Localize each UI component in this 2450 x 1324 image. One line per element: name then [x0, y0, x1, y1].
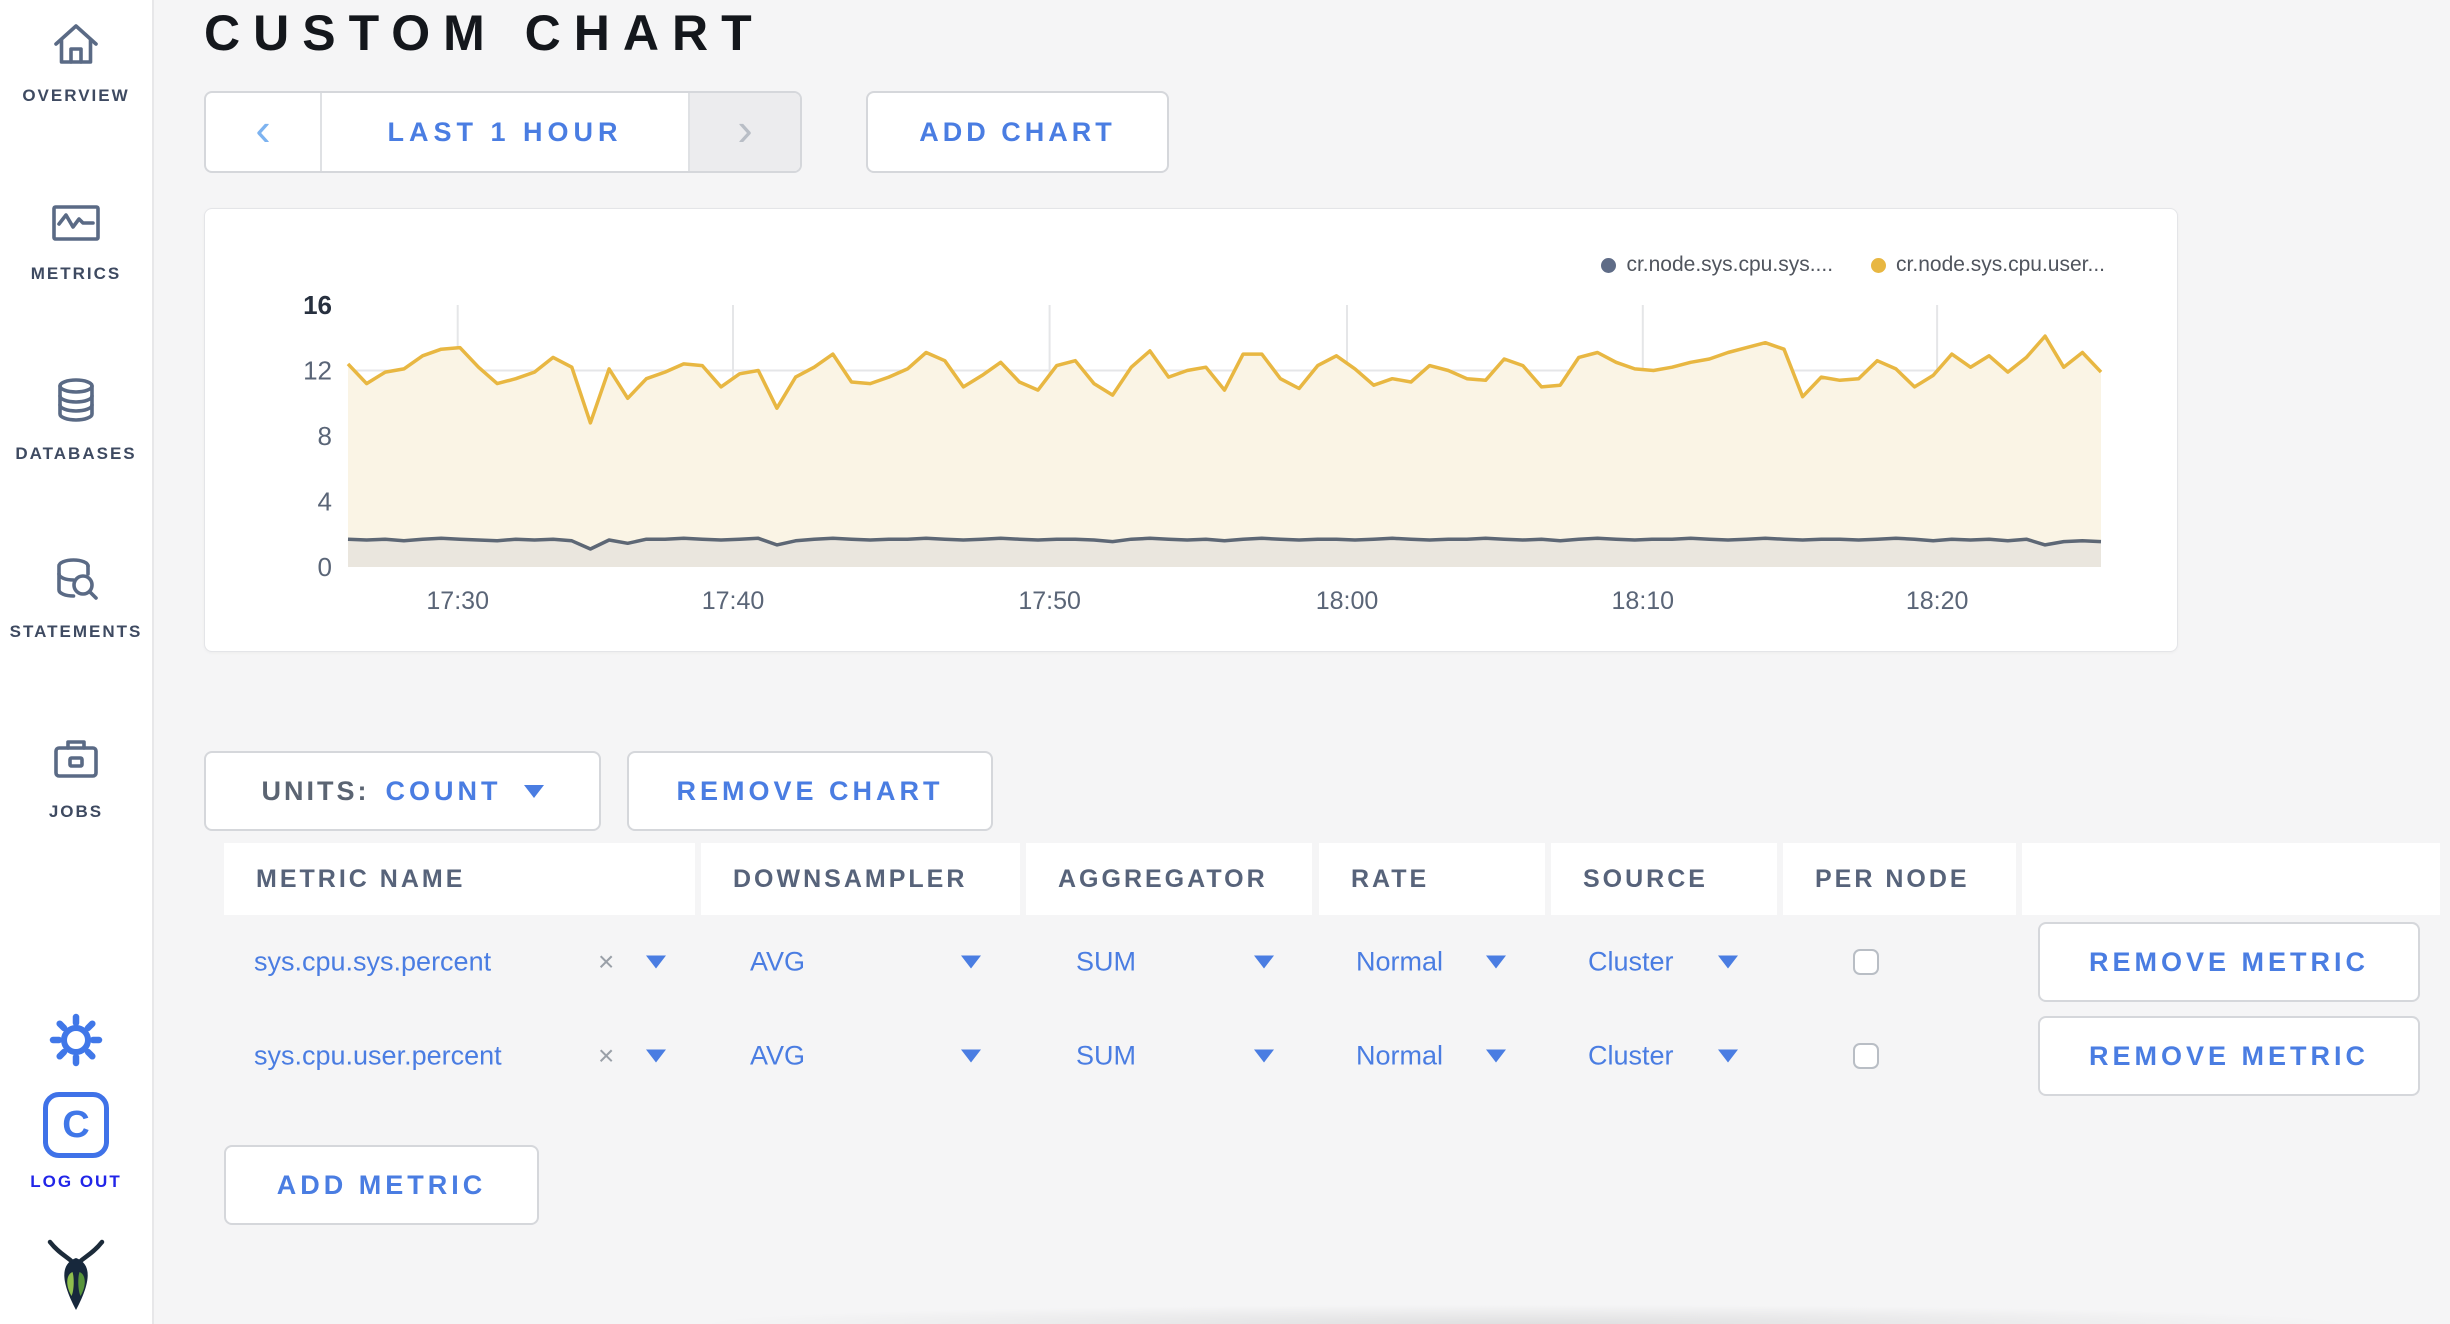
legend-dot [1601, 257, 1617, 273]
dropdown-arrow-icon[interactable] [1486, 1049, 1506, 1063]
col-header-actions [2022, 843, 2440, 915]
svg-text:18:10: 18:10 [1612, 587, 1675, 615]
dropdown-arrow-icon[interactable] [961, 955, 981, 969]
svg-text:18:20: 18:20 [1906, 587, 1969, 615]
sidebar-item-jobs[interactable]: JOBS [0, 802, 152, 822]
metric-name-value[interactable]: sys.cpu.sys.percent [254, 947, 491, 978]
col-header-aggregator: AGGREGATOR [1026, 843, 1312, 915]
per-node-checkbox[interactable] [1853, 949, 1879, 975]
bottom-scroll-shadow [600, 1298, 2450, 1324]
aggregator-select[interactable]: SUM [1076, 947, 1136, 978]
time-next-button[interactable]: › [688, 93, 800, 171]
sidebar-item-overview[interactable]: OVERVIEW [0, 86, 152, 106]
legend-item[interactable]: cr.node.sys.cpu.sys.... [1601, 253, 1833, 277]
downsampler-select[interactable]: AVG [750, 1041, 805, 1072]
svg-text:17:40: 17:40 [702, 587, 765, 615]
databases-icon [0, 374, 152, 428]
legend-item[interactable]: cr.node.sys.cpu.user... [1871, 253, 2105, 277]
dropdown-arrow-icon[interactable] [1486, 955, 1506, 969]
page-title: CUSTOM CHART [204, 5, 765, 61]
svg-text:16: 16 [303, 290, 332, 320]
table-row: sys.cpu.user.percent × AVG SUM Normal Cl… [0, 1009, 2450, 1103]
col-header-source: SOURCE [1551, 843, 1777, 915]
col-header-metric-name: METRIC NAME [224, 843, 695, 915]
units-dropdown[interactable]: UNITS: COUNT [204, 751, 601, 831]
source-select[interactable]: Cluster [1588, 1041, 1674, 1072]
svg-text:8: 8 [318, 421, 332, 451]
dropdown-arrow-icon[interactable] [1254, 1049, 1274, 1063]
metric-name-value[interactable]: sys.cpu.user.percent [254, 1041, 502, 1072]
sidebar: OVERVIEW METRICS DATABASES STATEMENTS JO… [0, 0, 154, 1324]
sidebar-item-databases[interactable]: DATABASES [0, 444, 152, 464]
clear-metric-icon[interactable]: × [598, 1040, 614, 1072]
per-node-checkbox[interactable] [1853, 1043, 1879, 1069]
cockroach-bug-icon [0, 1236, 152, 1320]
sidebar-item-statements[interactable]: STATEMENTS [0, 622, 152, 642]
dropdown-arrow-icon[interactable] [961, 1049, 981, 1063]
dropdown-arrow-icon[interactable] [1718, 955, 1738, 969]
dropdown-arrow-icon[interactable] [646, 955, 666, 969]
home-icon [0, 18, 152, 72]
svg-text:18:00: 18:00 [1316, 587, 1379, 615]
svg-text:12: 12 [303, 356, 332, 386]
legend-dot [1871, 257, 1887, 273]
col-header-per-node: PER NODE [1783, 843, 2016, 915]
dropdown-arrow-icon[interactable] [1254, 955, 1274, 969]
metrics-icon [0, 196, 152, 250]
aggregator-select[interactable]: SUM [1076, 1041, 1136, 1072]
svg-text:17:30: 17:30 [426, 587, 489, 615]
dropdown-arrow-icon[interactable] [646, 1049, 666, 1063]
table-row: sys.cpu.sys.percent × AVG SUM Normal Clu… [0, 915, 2450, 1009]
col-header-downsampler: DOWNSAMPLER [701, 843, 1020, 915]
dropdown-arrow-icon[interactable] [1718, 1049, 1738, 1063]
add-metric-button[interactable]: ADD METRIC [224, 1145, 539, 1225]
rate-select[interactable]: Normal [1356, 947, 1443, 978]
svg-text:17:50: 17:50 [1018, 587, 1081, 615]
units-value: COUNT [385, 775, 502, 806]
logo-letter: C [62, 1103, 90, 1146]
svg-text:0: 0 [318, 552, 332, 582]
dropdown-arrow-icon [523, 784, 544, 798]
chart-card: 17:30 17:40 17:50 18:00 18:10 18:20 0 4 8 12 16 cr… [204, 208, 2178, 652]
time-range-selector: ‹ LAST 1 HOUR › [204, 91, 802, 173]
remove-chart-button[interactable]: REMOVE CHART [627, 751, 993, 831]
legend-label: cr.node.sys.cpu.user... [1896, 253, 2105, 276]
remove-metric-button[interactable]: REMOVE METRIC [2038, 1016, 2420, 1096]
clear-metric-icon[interactable]: × [598, 946, 614, 978]
log-out-button[interactable]: LOG OUT [0, 1172, 152, 1192]
rate-select[interactable]: Normal [1356, 1041, 1443, 1072]
source-select[interactable]: Cluster [1588, 947, 1674, 978]
legend-label: cr.node.sys.cpu.sys.... [1626, 253, 1834, 276]
time-range-label[interactable]: LAST 1 HOUR [322, 93, 688, 171]
svg-text:4: 4 [318, 487, 332, 517]
col-header-rate: RATE [1319, 843, 1545, 915]
downsampler-select[interactable]: AVG [750, 947, 805, 978]
remove-metric-button[interactable]: REMOVE METRIC [2038, 922, 2420, 1002]
units-label: UNITS: [261, 775, 370, 806]
add-chart-button[interactable]: ADD CHART [866, 91, 1169, 173]
time-prev-button[interactable]: ‹ [206, 93, 322, 171]
sidebar-item-metrics[interactable]: METRICS [0, 264, 152, 284]
statements-icon [0, 552, 152, 606]
jobs-icon [0, 732, 152, 786]
chart-legend: cr.node.sys.cpu.sys.... cr.node.sys.cpu.… [1601, 253, 2105, 277]
